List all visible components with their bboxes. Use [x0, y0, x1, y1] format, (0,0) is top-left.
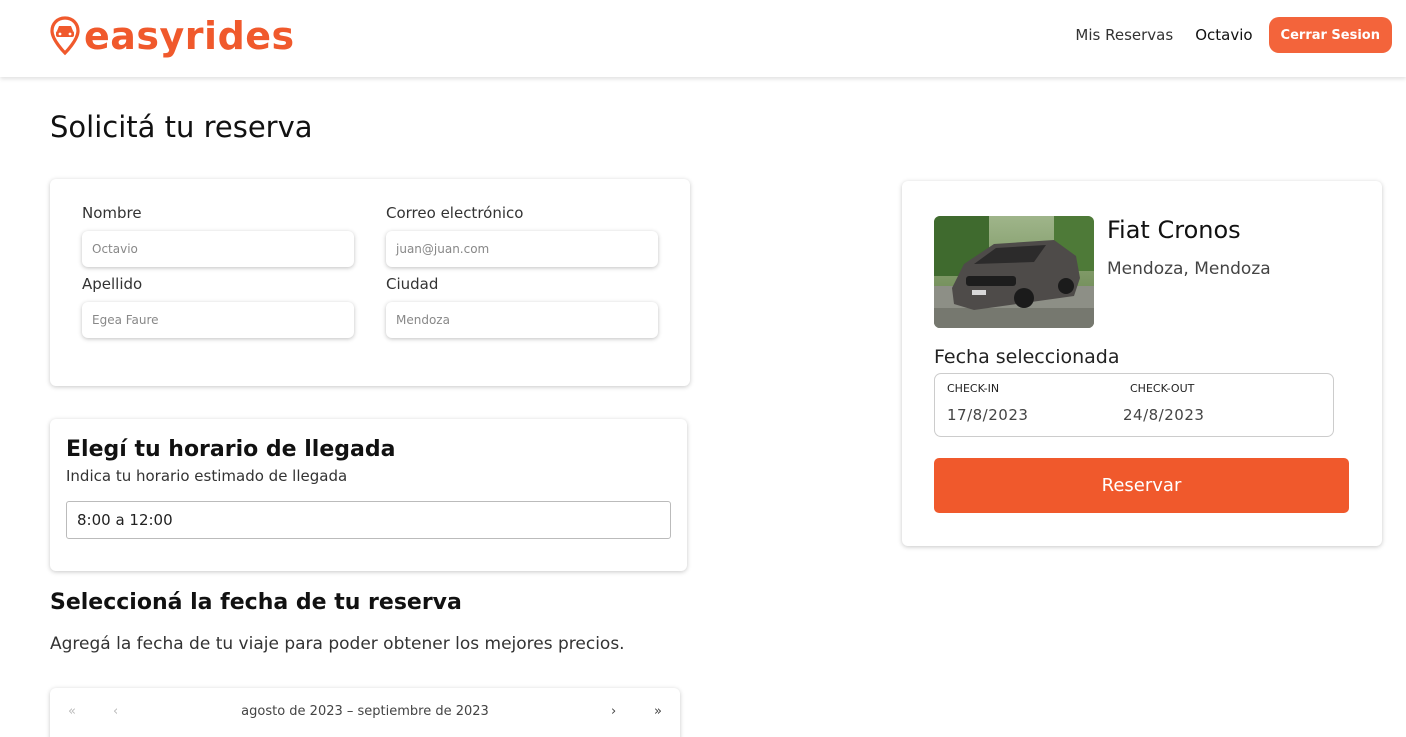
last-name-field[interactable]: Egea Faure: [82, 302, 354, 338]
reserve-button[interactable]: Reservar: [934, 458, 1349, 513]
car-name: Fiat Cronos: [1107, 216, 1241, 244]
email-label: Correo electrónico: [386, 204, 524, 222]
my-reservations-link[interactable]: Mis Reservas: [1075, 26, 1173, 44]
date-section-title: Seleccioná la fecha de tu reserva: [50, 590, 462, 615]
personal-data-card: Nombre Octavio Correo electrónico juan@j…: [50, 179, 690, 386]
city-field[interactable]: Mendoza: [386, 302, 658, 338]
checkin-label: CHECK-IN: [947, 382, 1000, 395]
car-photo: [934, 216, 1094, 328]
first-name-label: Nombre: [82, 204, 142, 222]
page-title: Solicitá tu reserva: [50, 110, 313, 144]
booking-summary-card: Fiat Cronos Mendoza, Mendoza Fecha selec…: [902, 181, 1382, 546]
logout-button[interactable]: Cerrar Sesion: [1268, 17, 1392, 53]
date-section-subtitle: Agregá la fecha de tu viaje para poder o…: [50, 634, 625, 654]
city-label: Ciudad: [386, 275, 439, 293]
checkin-value: 17/8/2023: [947, 406, 1029, 424]
checkout-value: 24/8/2023: [1123, 406, 1205, 424]
car-photo-image: [934, 216, 1094, 328]
date-calendar: agosto de 2023 – septiembre de 2023 « ‹ …: [50, 688, 680, 737]
brand-logo[interactable]: easyrides: [50, 14, 295, 58]
prev-year-button[interactable]: «: [68, 704, 76, 719]
location-pin-icon: [50, 16, 80, 56]
checkout-label: CHECK-OUT: [1130, 382, 1195, 395]
calendar-range-label: agosto de 2023 – septiembre de 2023: [241, 704, 489, 719]
next-month-button[interactable]: ›: [611, 704, 616, 719]
arrival-title: Elegí tu horario de llegada: [66, 437, 396, 462]
selected-dates-box: CHECK-IN 17/8/2023 CHECK-OUT 24/8/2023: [934, 373, 1334, 437]
logo-text: easyrides: [84, 14, 295, 58]
car-location: Mendoza, Mendoza: [1107, 259, 1271, 279]
prev-month-button[interactable]: ‹: [113, 704, 118, 719]
arrival-time-select[interactable]: 8:00 a 12:00: [66, 501, 671, 539]
nav-menu: Mis Reservas Octavio Cerrar Sesion: [1075, 17, 1392, 53]
first-name-field[interactable]: Octavio: [82, 231, 354, 267]
last-name-label: Apellido: [82, 275, 143, 293]
email-field[interactable]: juan@juan.com: [386, 231, 658, 267]
top-navbar: easyrides Mis Reservas Octavio Cerrar Se…: [0, 0, 1406, 77]
arrival-subtitle: Indica tu horario estimado de llegada: [66, 467, 348, 485]
user-name[interactable]: Octavio: [1195, 26, 1252, 44]
next-year-button[interactable]: »: [654, 704, 662, 719]
arrival-time-card: Elegí tu horario de llegada Indica tu ho…: [50, 419, 687, 571]
selected-date-label: Fecha seleccionada: [934, 346, 1120, 368]
